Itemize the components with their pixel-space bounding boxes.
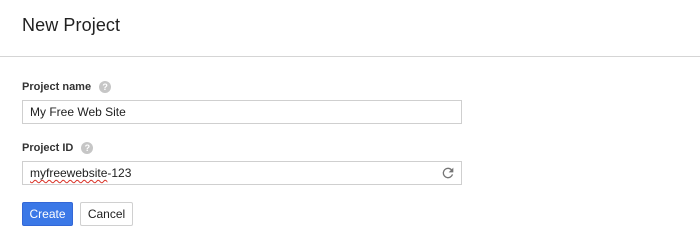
new-project-dialog: New Project Project name ? Project ID ? … [0,0,700,238]
dialog-title: New Project [22,15,121,35]
project-id-label-row: Project ID ? [22,140,700,156]
cancel-button[interactable]: Cancel [80,202,133,226]
project-id-field[interactable]: myfreewebsite-123 [22,161,462,185]
project-name-label-row: Project name ? [22,79,700,95]
dialog-actions: Create Cancel [22,202,700,226]
project-name-input[interactable] [23,101,461,123]
project-name-label: Project name [22,81,92,93]
help-circle-icon[interactable]: ? [81,142,94,154]
dialog-body: Project name ? Project ID ? myfreewebsit… [0,79,700,226]
project-id-value[interactable]: myfreewebsite-123 [30,162,131,184]
project-id-value-prefix: myfreewebsite [30,166,108,180]
refresh-icon[interactable] [440,165,456,181]
dialog-header: New Project [0,0,700,57]
project-id-value-suffix: -123 [107,166,132,180]
create-button[interactable]: Create [22,202,73,226]
project-id-label: Project ID [22,142,74,154]
project-name-field-wrap [22,100,462,124]
help-circle-icon[interactable]: ? [99,81,112,93]
